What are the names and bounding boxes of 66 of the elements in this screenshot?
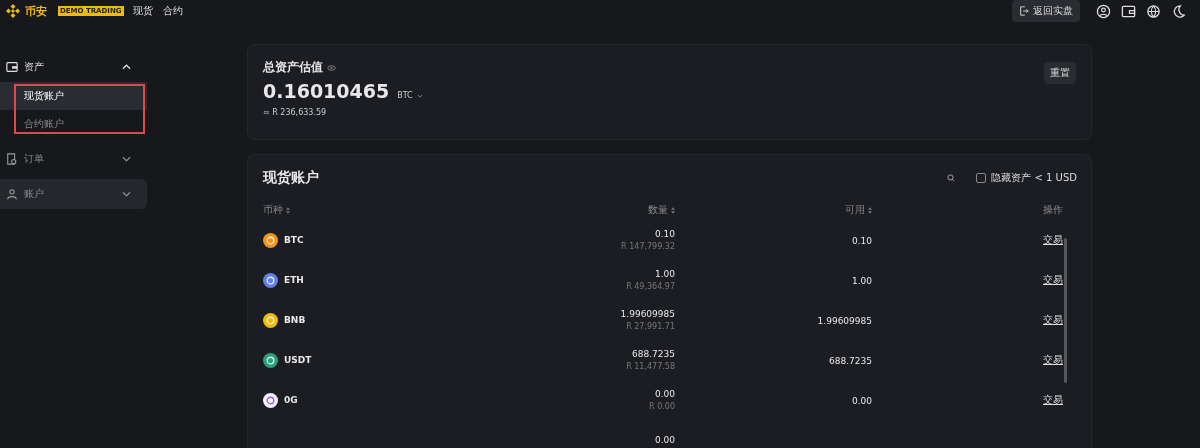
section-title: 现货账户 bbox=[263, 169, 319, 187]
trade-link[interactable]: 交易 bbox=[1043, 314, 1063, 325]
nav-link[interactable]: 合约 bbox=[162, 4, 183, 18]
moon-icon[interactable] bbox=[1171, 3, 1186, 19]
globe-icon[interactable] bbox=[1146, 3, 1161, 19]
summary-title: 总资产估值 bbox=[263, 59, 323, 76]
sidebar-item[interactable]: 账户 bbox=[0, 179, 147, 209]
wallet-icon[interactable] bbox=[1121, 3, 1136, 19]
coin-symbol: USDT bbox=[284, 355, 312, 365]
logo-text: 币安 bbox=[25, 3, 47, 19]
column-header[interactable]: 币种 bbox=[263, 203, 383, 217]
checkbox[interactable] bbox=[976, 173, 987, 183]
trade-link[interactable]: 交易 bbox=[1043, 234, 1063, 245]
trade-link[interactable]: 交易 bbox=[1043, 274, 1063, 285]
profile-icon[interactable] bbox=[1096, 3, 1111, 19]
sort-icon bbox=[671, 206, 675, 214]
nav-link[interactable]: 现货 bbox=[132, 4, 153, 18]
chevron-icon bbox=[122, 156, 131, 162]
amount-value: 1.99609985 bbox=[620, 309, 675, 319]
fiat-amount: R 11,477.58 bbox=[626, 362, 675, 371]
available-value: 1.99609985 bbox=[817, 315, 872, 326]
sort-icon bbox=[286, 206, 290, 214]
submenu-item[interactable]: 现货账户 bbox=[0, 82, 147, 110]
trade-link[interactable]: 交易 bbox=[1043, 394, 1063, 405]
coin-symbol: BTC bbox=[284, 235, 304, 245]
fiat-amount: R 0.00 bbox=[649, 402, 675, 411]
fiat-amount: R 49,364.97 bbox=[626, 282, 675, 291]
wallet-icon bbox=[6, 61, 18, 73]
document-icon bbox=[6, 153, 18, 165]
chevron-icon bbox=[122, 191, 131, 197]
amount-value: 0.10 bbox=[654, 229, 675, 239]
chevron-icon bbox=[122, 64, 131, 70]
unit-selector[interactable]: BTC bbox=[397, 91, 413, 100]
coin-symbol: BNB bbox=[284, 315, 306, 325]
sidebar-item[interactable]: 订单 bbox=[0, 144, 147, 174]
coin-symbol: ETH bbox=[284, 275, 304, 285]
total-value: 0.16010465 bbox=[263, 80, 390, 102]
fiat-amount: R 27,991.71 bbox=[626, 322, 675, 331]
logo-icon bbox=[6, 4, 20, 18]
column-header[interactable]: 数量 bbox=[383, 203, 675, 217]
submenu-item[interactable]: 合约账户 bbox=[0, 110, 147, 138]
amount-value: 0.00 bbox=[654, 389, 675, 399]
column-header[interactable]: 可用 bbox=[675, 203, 872, 217]
amount-value: 1.00 bbox=[654, 269, 675, 279]
user-icon bbox=[6, 188, 18, 200]
coin-symbol: 0G bbox=[284, 395, 298, 405]
available-value: 0.10 bbox=[851, 235, 872, 246]
sidebar-item[interactable]: 资产 bbox=[0, 52, 147, 82]
return-button[interactable]: 返回实盘 bbox=[1012, 0, 1080, 22]
fiat-amount: R 147,799.32 bbox=[621, 242, 675, 251]
search-icon[interactable] bbox=[947, 174, 956, 182]
sort-icon bbox=[868, 206, 872, 214]
trade-link[interactable]: 交易 bbox=[1043, 354, 1063, 365]
checkbox-label: 隐藏资产 < 1 USD bbox=[991, 171, 1077, 185]
reset-button[interactable]: 重置 bbox=[1044, 62, 1076, 84]
amount-value: 0.00 bbox=[654, 435, 675, 445]
eye-icon[interactable] bbox=[327, 64, 336, 71]
available-value: 688.7235 bbox=[829, 355, 872, 366]
available-value: 1.00 bbox=[851, 275, 872, 286]
scrollbar[interactable] bbox=[1064, 238, 1067, 383]
caret-icon bbox=[416, 94, 423, 98]
fiat-value: ≈ R 236,633.59 bbox=[263, 108, 328, 117]
exit-icon bbox=[1019, 6, 1029, 16]
amount-value: 688.7235 bbox=[632, 349, 675, 359]
available-value: 0.00 bbox=[851, 395, 872, 406]
column-header: 操作 bbox=[1042, 203, 1064, 217]
